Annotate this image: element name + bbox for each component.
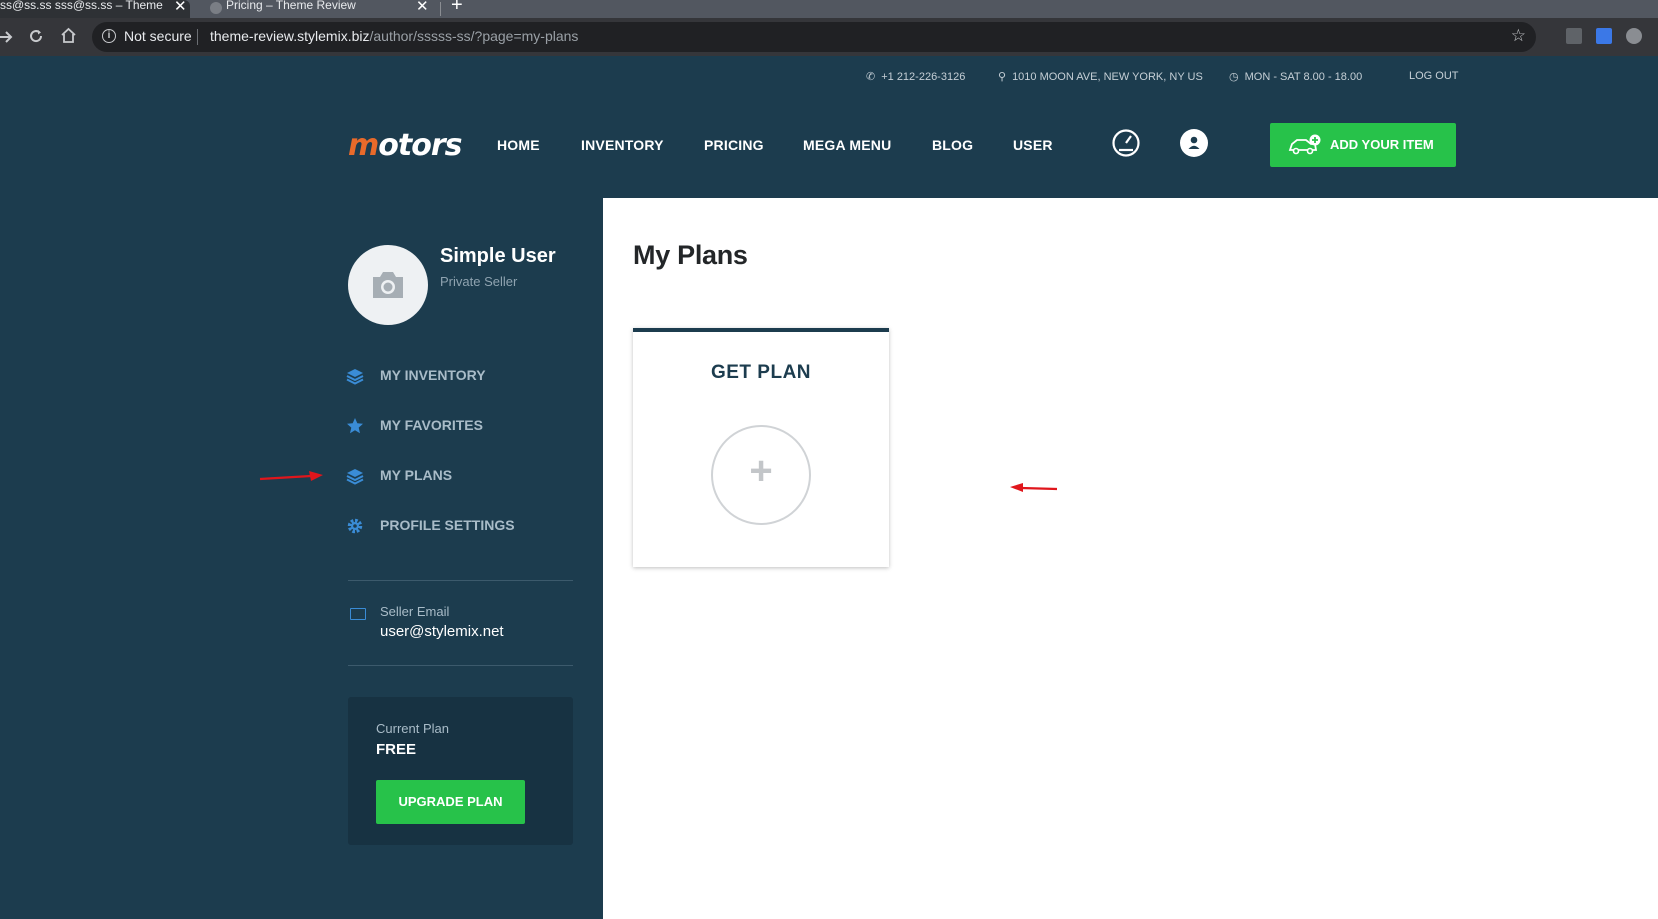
seller-email-value: user@stylemix.net — [380, 623, 504, 640]
add-plan-button[interactable]: + — [711, 425, 811, 525]
current-plan-value: FREE — [376, 741, 417, 758]
url-path: /author/sssss-ss/?page=my-plans — [369, 28, 579, 44]
sidebar-divider — [348, 580, 573, 581]
get-plan-card[interactable]: GET PLAN + — [633, 328, 889, 567]
nav-inventory[interactable]: INVENTORY — [581, 137, 664, 153]
site-logo[interactable]: motors — [348, 128, 462, 163]
sidebar-item-label: MY FAVORITES — [380, 417, 483, 433]
phone-text: +1 212-226-3126 — [881, 71, 966, 83]
map-pin-icon: ⚲ — [998, 71, 1007, 83]
camera-icon — [373, 272, 403, 298]
layers-icon — [346, 369, 364, 385]
tab-title: Pricing – Theme Review — [226, 0, 356, 12]
browser-tab-active[interactable]: ss@ss.ss sss@ss.ss – Theme Review ✕ — [0, 0, 190, 18]
hours-text: MON - SAT 8.00 - 18.00 — [1244, 71, 1363, 83]
tab-title: ss@ss.ss sss@ss.ss – Theme Review — [0, 0, 165, 12]
bookmark-star-icon[interactable]: ☆ — [1511, 26, 1526, 46]
current-plan-box: Current Plan FREE UPGRADE PLAN — [348, 697, 573, 845]
sidebar-item-label: PROFILE SETTINGS — [380, 517, 515, 533]
forward-icon[interactable] — [0, 29, 14, 45]
phone-icon: ✆ — [866, 71, 876, 83]
nav-blog[interactable]: BLOG — [932, 137, 973, 153]
tab-favicon-icon — [210, 2, 222, 14]
annotation-arrow-right — [259, 471, 323, 481]
main-content: My Plans GET PLAN + — [603, 198, 1658, 919]
user-account-icon[interactable] — [1180, 129, 1208, 157]
new-tab-icon[interactable]: + — [451, 0, 463, 17]
seller-email-label: Seller Email — [380, 604, 450, 619]
add-your-item-button[interactable]: ADD YOUR ITEM — [1270, 123, 1456, 167]
translate-icon[interactable] — [1596, 28, 1612, 44]
tab-close-icon[interactable]: ✕ — [174, 0, 187, 15]
url-host: theme-review.stylemix.biz — [210, 28, 370, 44]
site-info-icon[interactable]: i — [102, 29, 116, 43]
url-text[interactable]: theme-review.stylemix.biz/author/sssss-s… — [210, 28, 578, 44]
address-info: ⚲ 1010 MOON AVE, NEW YORK, NY US — [998, 70, 1203, 83]
security-label: Not secure — [124, 28, 192, 44]
sidebar-item-label: MY INVENTORY — [380, 367, 486, 383]
browser-toolbar: i Not secure theme-review.stylemix.biz/a… — [0, 18, 1658, 56]
sidebar-divider — [348, 665, 573, 666]
annotation-arrow-left — [1010, 483, 1058, 492]
user-name: Simple User — [440, 245, 556, 267]
nav-user[interactable]: USER — [1013, 137, 1053, 153]
address-bar[interactable]: i Not secure theme-review.stylemix.biz/a… — [92, 22, 1536, 52]
logout-link[interactable]: LOG OUT — [1409, 70, 1459, 82]
address-text: 1010 MOON AVE, NEW YORK, NY US — [1012, 71, 1203, 83]
clock-icon: ◷ — [1229, 71, 1239, 83]
nav-pricing[interactable]: PRICING — [704, 137, 764, 153]
add-car-icon — [1288, 134, 1321, 155]
home-icon[interactable] — [60, 27, 77, 44]
hours-info: ◷ MON - SAT 8.00 - 18.00 — [1229, 70, 1362, 83]
user-role: Private Seller — [440, 274, 518, 289]
upgrade-plan-button[interactable]: UPGRADE PLAN — [376, 780, 525, 824]
get-plan-title: GET PLAN — [710, 362, 812, 383]
add-item-label: ADD YOUR ITEM — [1330, 137, 1434, 152]
star-icon — [347, 418, 363, 434]
page-title: My Plans — [633, 240, 748, 270]
gear-icon — [347, 518, 363, 534]
extension-icon[interactable] — [1566, 28, 1582, 44]
layers-icon — [346, 469, 364, 485]
avatar[interactable] — [348, 245, 428, 325]
compare-speedometer-icon[interactable] — [1111, 128, 1141, 158]
profile-icon[interactable] — [1626, 28, 1642, 44]
phone-info: ✆ +1 212-226-3126 — [866, 70, 965, 83]
plus-icon: + — [749, 449, 773, 493]
logo-text: otors — [378, 128, 462, 163]
current-plan-label: Current Plan — [376, 721, 449, 736]
browser-tab-bar: ss@ss.ss sss@ss.ss – Theme Review ✕ Pric… — [0, 0, 1658, 18]
omnibox-divider — [197, 29, 198, 45]
tab-separator — [440, 2, 441, 16]
logo-accent: m — [348, 128, 379, 163]
nav-mega-menu[interactable]: MEGA MENU — [803, 137, 891, 153]
envelope-icon — [350, 608, 366, 620]
sidebar-item-label: MY PLANS — [380, 467, 453, 483]
nav-home[interactable]: HOME — [497, 137, 540, 153]
reload-icon[interactable] — [28, 28, 44, 44]
browser-tab[interactable]: Pricing – Theme Review ✕ — [198, 0, 430, 18]
tab-close-icon[interactable]: ✕ — [416, 0, 429, 15]
